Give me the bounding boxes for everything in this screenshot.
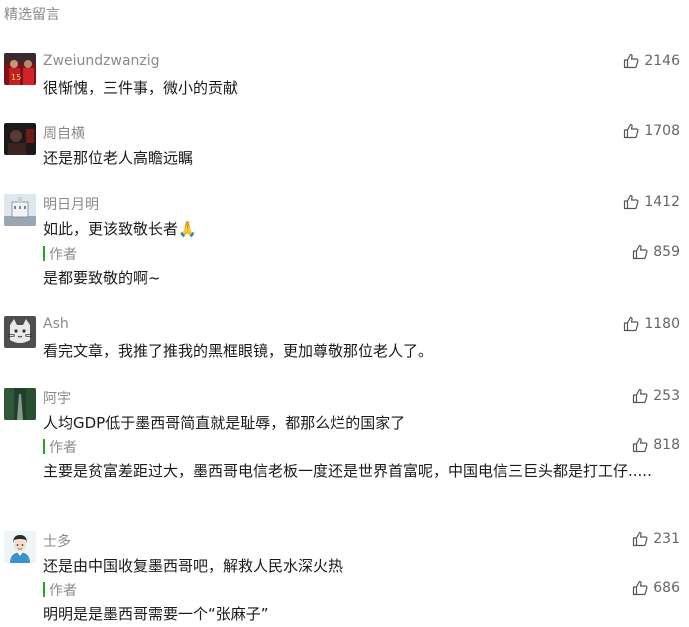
nickname[interactable]: 明日月明 — [43, 194, 99, 214]
avatar[interactable]: 15 — [4, 53, 36, 85]
reply-like-button[interactable]: 686 — [632, 580, 680, 596]
like-button[interactable]: 1708 — [623, 123, 680, 139]
comment-text: 很惭愧，三件事，微小的贡献 — [43, 79, 239, 97]
avatar[interactable] — [4, 388, 36, 420]
thumbs-up-icon — [633, 244, 648, 260]
nickname[interactable]: 阿宇 — [43, 388, 71, 408]
comment-text: 还是由中国收复墨西哥吧，解救人民水深火热 — [43, 557, 344, 575]
reply-text: 是都要致敬的啊~ — [43, 269, 161, 287]
like-button[interactable]: 1412 — [623, 194, 680, 210]
avatar[interactable] — [4, 316, 36, 348]
thumbs-up-icon — [633, 531, 648, 547]
comment-text: 人均GDP低于墨西哥简直就是耻辱，都那么烂的国家了 — [43, 414, 406, 432]
comment-text: 如此，更该致敬长者🙏 — [43, 220, 197, 238]
avatar[interactable] — [4, 194, 36, 226]
like-count: 1412 — [644, 194, 680, 210]
thumbs-up-icon — [633, 580, 648, 596]
like-count: 1180 — [644, 316, 680, 332]
like-count: 818 — [653, 437, 680, 453]
nickname[interactable]: 士多 — [43, 531, 71, 551]
thumbs-up-icon — [624, 194, 639, 210]
like-count: 231 — [653, 531, 680, 547]
reply-like-button[interactable]: 818 — [632, 437, 680, 453]
like-button[interactable]: 231 — [632, 531, 680, 547]
avatar[interactable] — [4, 531, 36, 563]
like-button[interactable]: 1180 — [623, 316, 680, 332]
avatar[interactable] — [4, 123, 36, 155]
reply-text: 明明是是墨西哥需要一个“张麻子” — [43, 605, 269, 623]
section-title: 精选留言 — [4, 7, 60, 23]
nickname[interactable]: Zweiundzwanzig — [43, 53, 160, 69]
author-label: 作者 — [43, 244, 77, 264]
thumbs-up-icon — [633, 388, 648, 404]
comment-text: 还是那位老人高瞻远瞩 — [43, 149, 194, 167]
like-count: 859 — [653, 244, 680, 260]
thumbs-up-icon — [633, 437, 648, 453]
thumbs-up-icon — [624, 316, 639, 332]
author-label: 作者 — [43, 580, 77, 600]
reply-text: 主要是贫富差距过大，墨西哥电信老板一度还是世界首富呢，中国电信三巨头都是打工仔.… — [43, 462, 652, 480]
like-button[interactable]: 253 — [632, 388, 680, 404]
like-count: 253 — [653, 388, 680, 404]
like-count: 1708 — [644, 123, 680, 139]
like-button[interactable]: 2146 — [623, 53, 680, 69]
nickname[interactable]: 周自横 — [43, 123, 85, 143]
nickname[interactable]: Ash — [43, 316, 69, 332]
thumbs-up-icon — [624, 53, 639, 69]
comment-text: 看完文章，我推了推我的黑框眼镜，更加尊敬那位老人了。 — [43, 342, 434, 360]
like-count: 2146 — [644, 53, 680, 69]
author-label: 作者 — [43, 437, 77, 457]
like-count: 686 — [653, 580, 680, 596]
svg-text:15: 15 — [11, 73, 21, 82]
thumbs-up-icon — [624, 123, 639, 139]
reply-like-button[interactable]: 859 — [632, 244, 680, 260]
